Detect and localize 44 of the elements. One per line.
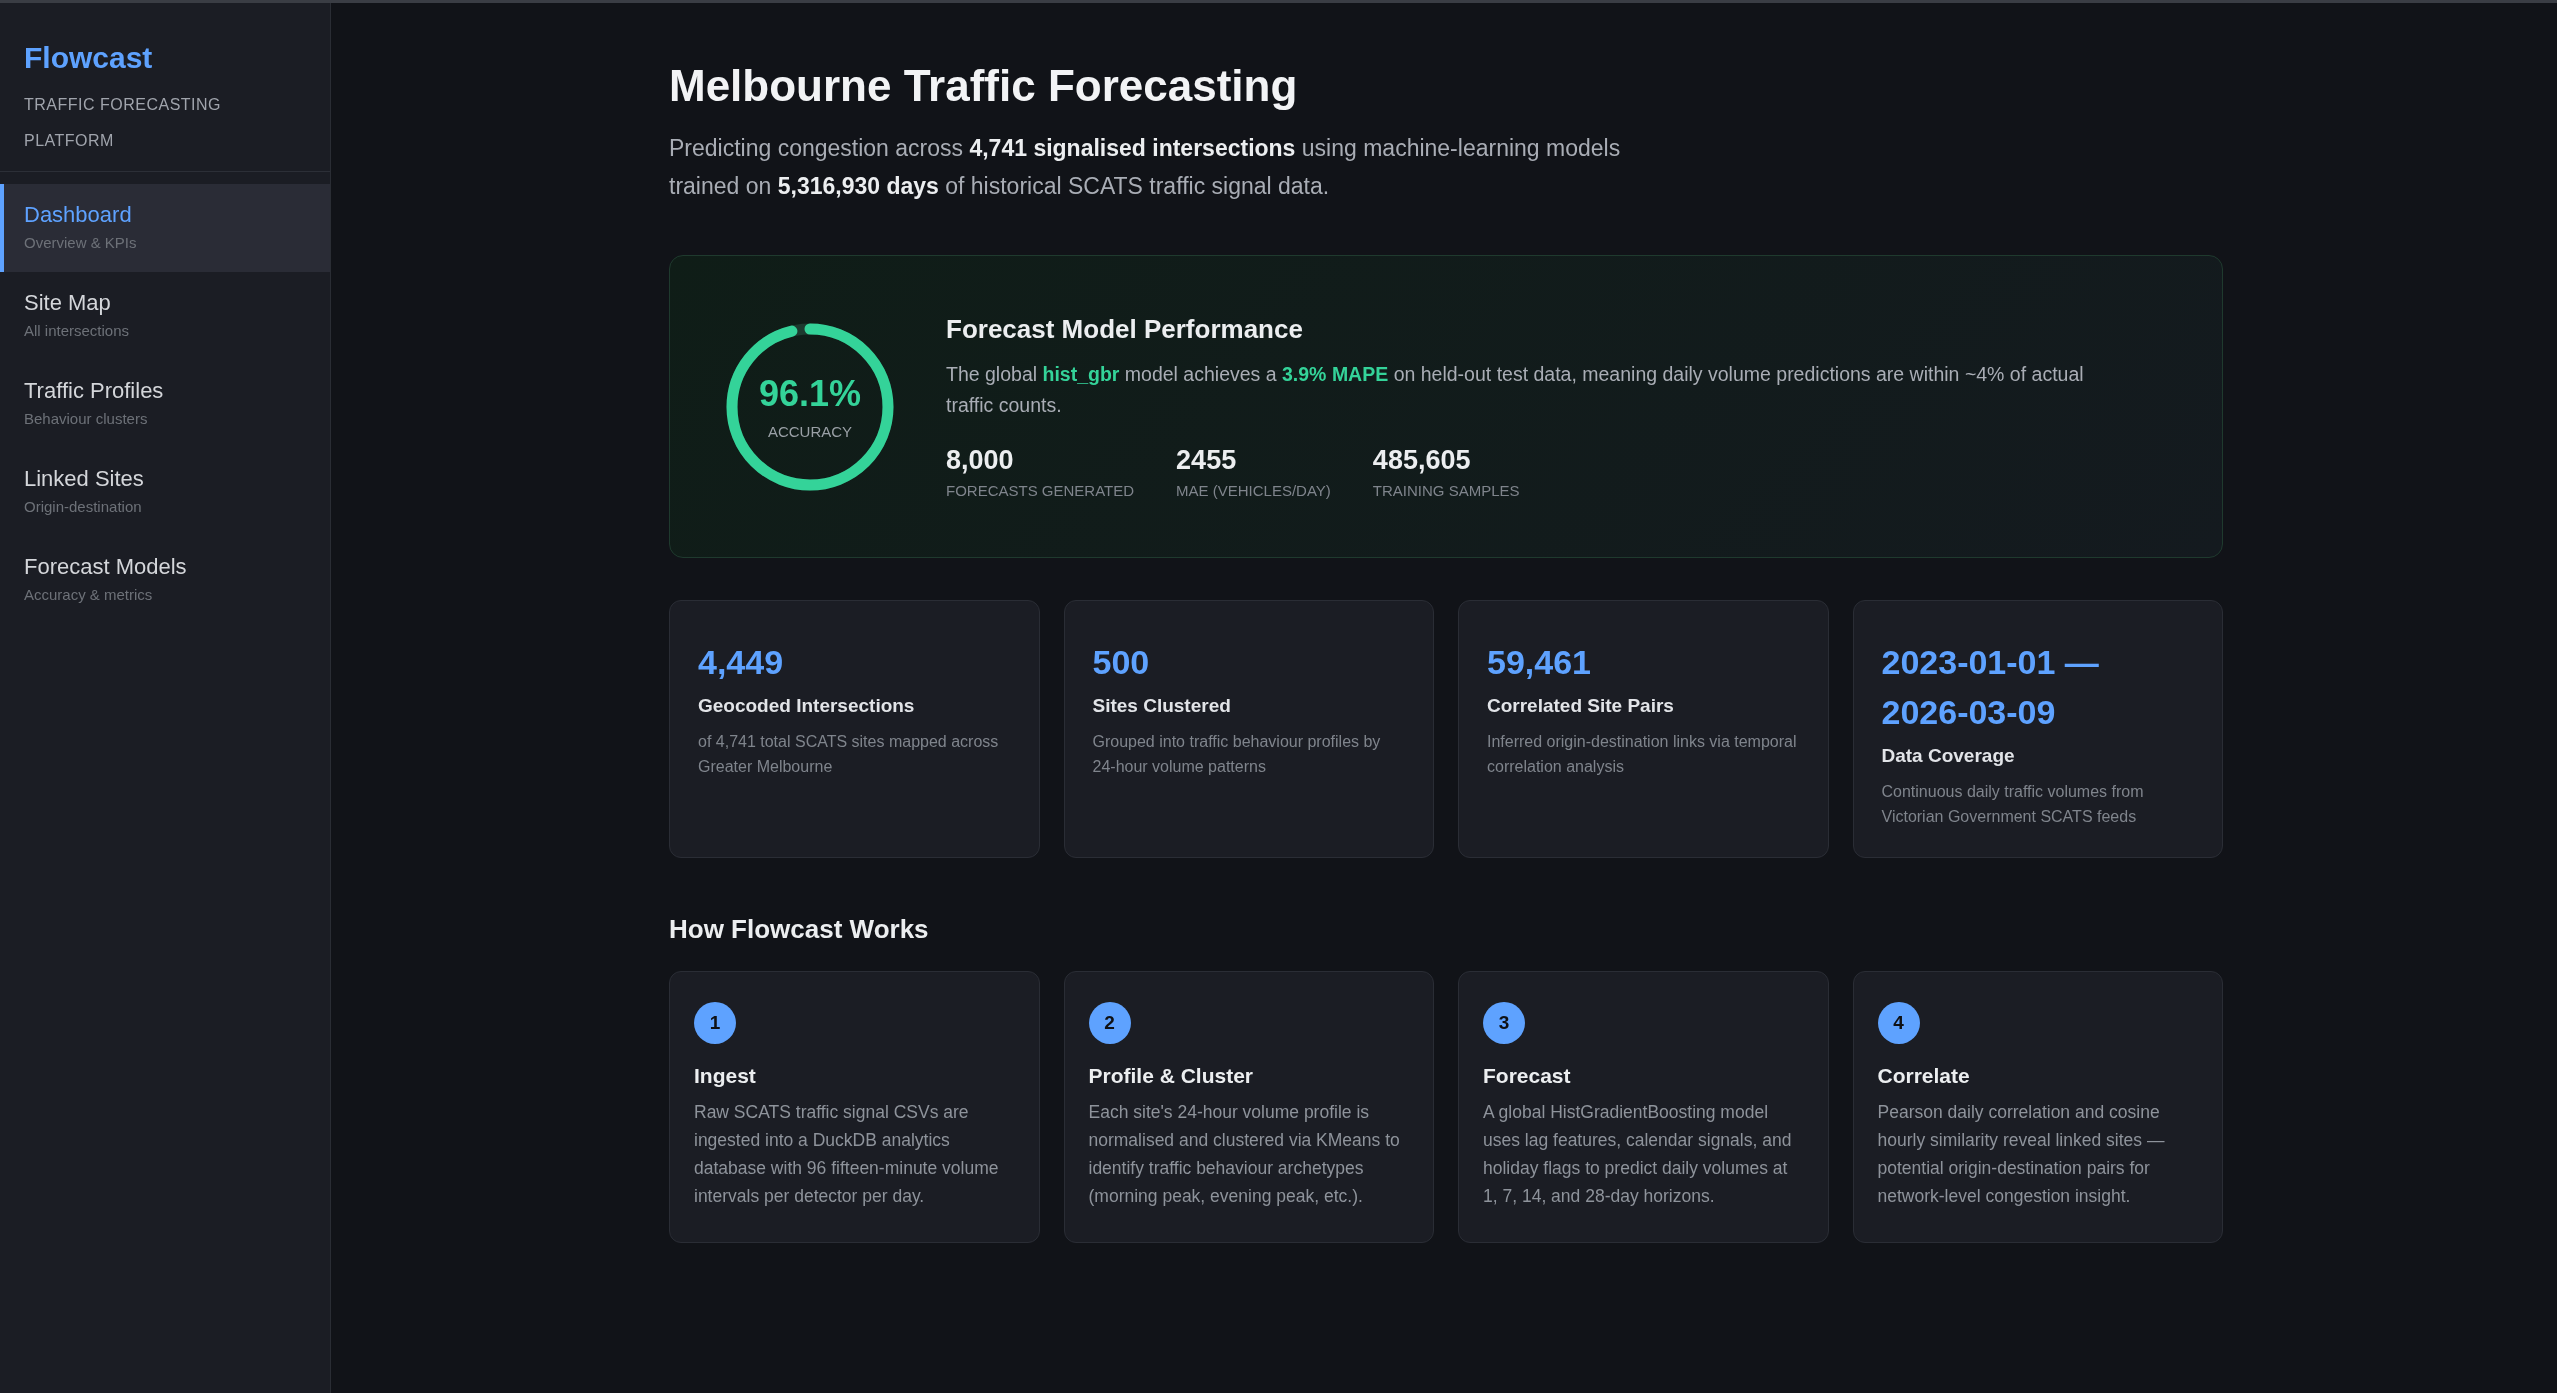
nav-item[interactable]: Forecast Models Accuracy & metrics — [0, 536, 330, 624]
nav-item[interactable]: Dashboard Overview & KPIs — [0, 184, 330, 272]
card-description: The global hist_gbr model achieves a 3.9% MAPE on held-out test data, meaning daily volume predictions are within ~4% of actual traffic counts. — [946, 362, 2085, 418]
kpi-title: Correlated Site Pairs — [1487, 695, 1675, 717]
step-title: Correlate — [1877, 1064, 1971, 1088]
stat-label: MAE (VEHICLES/DAY) — [1176, 482, 1331, 499]
stat-value: 2455 — [1176, 445, 1238, 476]
kpi-value: 2023-01-01 — 2026-03-09 — [1881, 642, 2100, 733]
section-heading: How Flowcast Works — [669, 914, 930, 945]
step-number-badge: 3 — [1483, 1002, 1525, 1044]
kpi-value: 4,449 — [698, 642, 785, 683]
kpi-description: Continuous daily traffic volumes from Victorian Government SCATS feeds — [1881, 782, 2145, 827]
step-description: Each site's 24-hour volume profile is normalised and clustered via KMeans to identify traffic behaviour archetypes (morning peak, evening peak, etc.). — [1088, 1101, 1401, 1208]
kpi-title: Data Coverage — [1881, 745, 2016, 767]
page-title: Melbourne Traffic Forecasting — [669, 61, 1299, 111]
kpi-value: 500 — [1092, 642, 1151, 683]
step-description: A global HistGradientBoosting model uses lag features, calendar signals, and holiday flags to predict daily volumes at 1, 7, 14, and 28-day horizons. — [1483, 1101, 1793, 1208]
accuracy-value: 96.1% — [758, 373, 862, 415]
card-title: Forecast Model Performance — [946, 314, 1304, 345]
step-description: Pearson daily correlation and cosine hourly similarity reveal linked sites — potential origin-destination pairs for network-level congestion insight. — [1877, 1101, 2166, 1208]
stat-value: 8,000 — [946, 445, 1015, 476]
app-logo-text: Flowcast — [24, 41, 154, 75]
app-tagline: TRAFFIC FORECASTING PLATFORM — [24, 95, 223, 151]
step-title: Profile & Cluster — [1088, 1064, 1255, 1088]
step-number-badge: 2 — [1088, 1002, 1131, 1044]
kpi-title: Sites Clustered — [1092, 695, 1232, 717]
kpi-description: Inferred origin-destination links via temporal correlation analysis — [1487, 732, 1798, 777]
step-description: Raw SCATS traffic signal CSVs are ingested into a DuckDB analytics database with 96 fifteen-minute volume intervals per detector per day. — [694, 1101, 1000, 1208]
kpi-value: 59,461 — [1487, 642, 1592, 683]
step-number-badge: 4 — [1877, 1002, 1920, 1044]
page-subtitle: Predicting congestion across 4,741 signalised intersections using machine-learning models trained on 5,316,930 days of historical SCATS traffic signal data. — [669, 134, 1622, 201]
kpi-description: of 4,741 total SCATS sites mapped across Greater Melbourne — [698, 732, 1000, 777]
step-number-badge: 1 — [694, 1002, 736, 1044]
nav-item[interactable]: Linked Sites Origin-destination — [0, 448, 330, 536]
kpi-description: Grouped into traffic behaviour profiles by 24-hour volume patterns — [1092, 732, 1382, 777]
step-title: Ingest — [694, 1064, 757, 1088]
step-title: Forecast — [1483, 1064, 1572, 1088]
stat-label: FORECASTS GENERATED — [946, 482, 1135, 499]
stat-label: TRAINING SAMPLES — [1372, 482, 1520, 499]
nav-item[interactable]: Traffic Profiles Behaviour clusters — [0, 360, 330, 448]
stat-value: 485,605 — [1372, 445, 1472, 476]
kpi-title: Geocoded Intersections — [698, 695, 916, 717]
nav-item[interactable]: Site Map All intersections — [0, 272, 330, 360]
accuracy-label: ACCURACY — [767, 423, 853, 440]
